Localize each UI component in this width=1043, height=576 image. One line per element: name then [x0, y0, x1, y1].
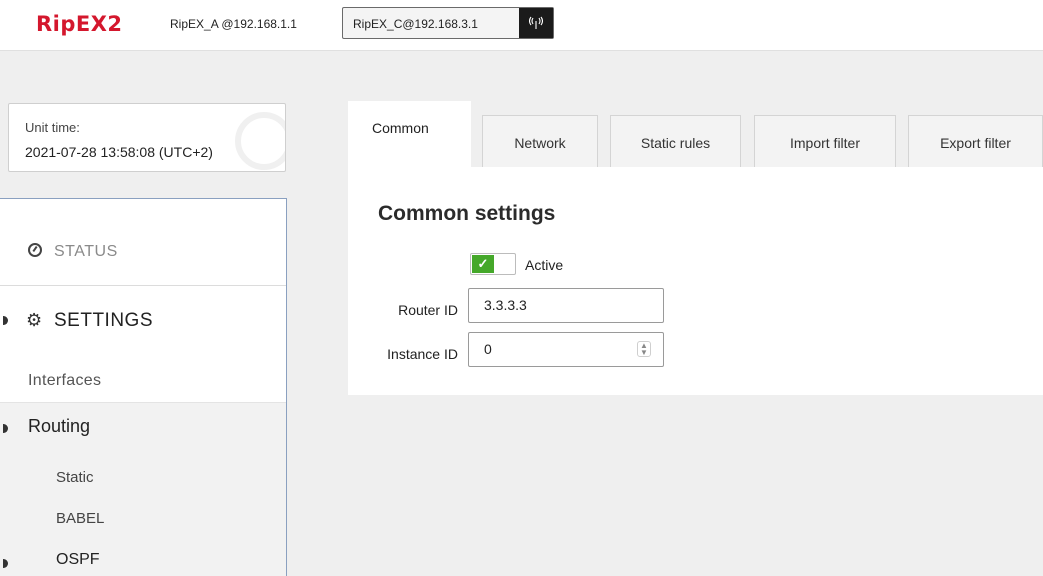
bullet-icon	[3, 316, 8, 325]
signal-icon[interactable]	[519, 8, 553, 38]
sidebar-status-label: STATUS	[54, 243, 118, 260]
unit-time-box: Unit time: 2021-07-28 13:58:08 (UTC+2)	[8, 103, 286, 172]
unit-time-value: 2021-07-28 13:58:08 (UTC+2)	[25, 144, 213, 160]
sidebar-item-status[interactable]: STATUS	[0, 199, 286, 286]
active-label: Active	[525, 257, 564, 273]
clock-watermark-icon	[235, 112, 285, 170]
unit-a-link[interactable]: RipEX_A @192.168.1.1	[170, 17, 297, 31]
sidebar-item-interfaces[interactable]: Interfaces	[0, 358, 286, 403]
active-toggle[interactable]: ✓	[470, 253, 516, 275]
gears-icon: ⚙	[26, 310, 43, 330]
tab-static-rules[interactable]: Static rules	[610, 115, 741, 167]
sidebar-item-settings[interactable]: ⚙ SETTINGS	[0, 286, 286, 358]
sidebar-item-babel[interactable]: BABEL	[56, 510, 104, 527]
common-settings-panel: Common settings ✓ Active Router ID 3.3.3…	[348, 167, 1043, 395]
router-id-field[interactable]: 3.3.3.3	[468, 288, 664, 323]
tab-import-filter[interactable]: Import filter	[754, 115, 896, 167]
router-id-label: Router ID	[398, 302, 458, 318]
instance-id-label: Instance ID	[387, 346, 458, 362]
bullet-icon	[3, 424, 8, 433]
sidebar-ospf-label: OSPF	[56, 551, 100, 568]
instance-id-value: 0	[484, 341, 492, 357]
stepper-icon[interactable]: ▲ ▼	[637, 341, 651, 357]
logo: RipEX2	[36, 12, 123, 36]
check-icon: ✓	[472, 255, 494, 273]
page-title: Common settings	[378, 202, 556, 225]
tab-export-filter[interactable]: Export filter	[908, 115, 1043, 167]
sidebar-settings-label: SETTINGS	[54, 310, 154, 331]
tab-common[interactable]: Common	[348, 101, 471, 167]
sidebar: STATUS ⚙ SETTINGS Interfaces Routing Sta…	[0, 198, 287, 576]
tab-bar: Common Network Static rules Import filte…	[348, 101, 1043, 167]
unit-c-selector[interactable]: RipEX_C@192.168.3.1	[342, 7, 554, 39]
instance-id-field[interactable]: 0 ▲ ▼	[468, 332, 664, 367]
bullet-icon	[3, 559, 8, 568]
top-bar: RipEX2 RipEX_A @192.168.1.1 RipEX_C@192.…	[0, 0, 1043, 51]
sidebar-item-static[interactable]: Static	[56, 469, 94, 486]
unit-c-label: RipEX_C@192.168.3.1	[353, 17, 478, 31]
tab-network[interactable]: Network	[482, 115, 598, 167]
gauge-icon	[28, 243, 42, 257]
sidebar-interfaces-label: Interfaces	[28, 372, 102, 389]
unit-time-label: Unit time:	[25, 120, 80, 135]
sidebar-routing-label: Routing	[28, 416, 91, 436]
